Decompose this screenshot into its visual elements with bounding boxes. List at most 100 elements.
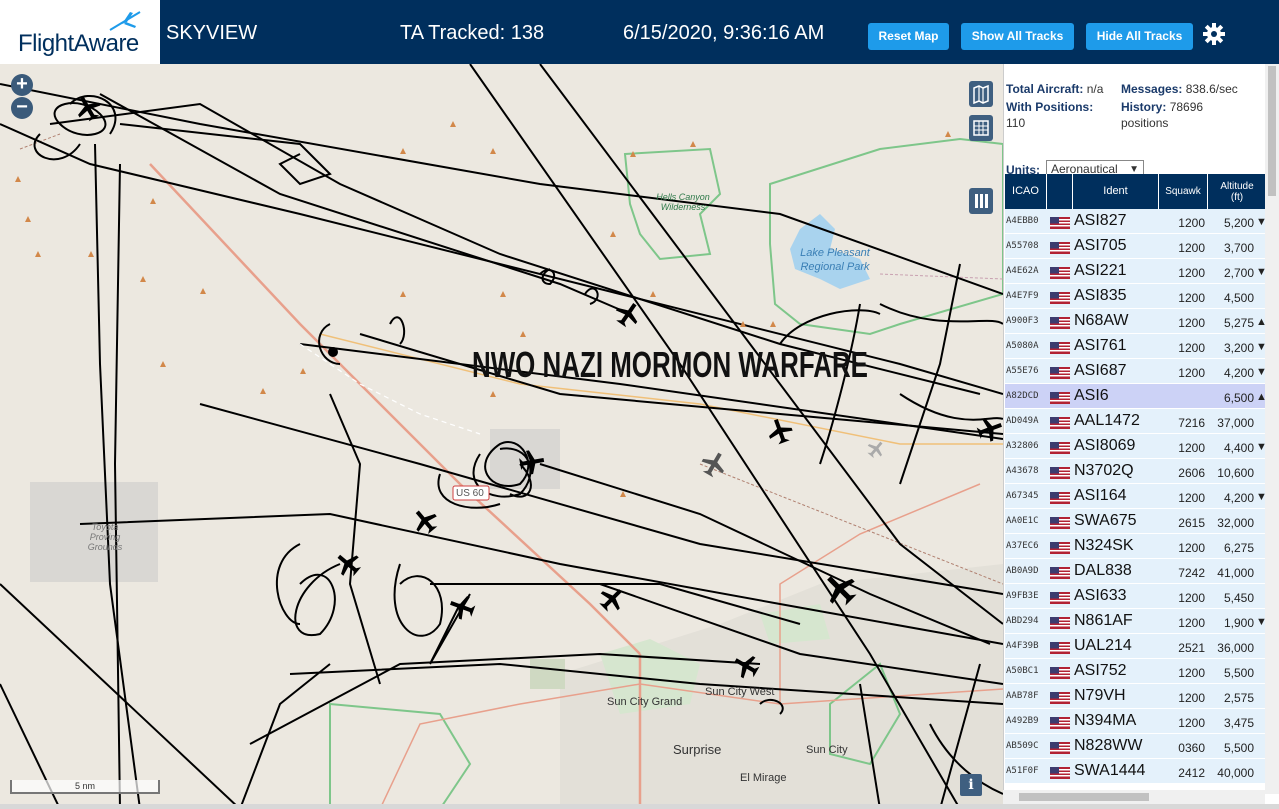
us-flag-icon [1050,541,1070,554]
hells-canyon-label: Hells Canyon Wilderness [656,192,710,212]
col-altitude[interactable]: Altitude (ft) [1208,174,1267,209]
table-row[interactable]: A50BC1 ASI752 1200 5,500 [1005,659,1267,684]
table-row[interactable]: AB509C N828WW 0360 5,500 [1005,734,1267,759]
altitude-cell: 32,000 [1217,516,1254,530]
ident-cell: DAL838 [1074,562,1132,579]
map-canvas[interactable]: Hells Canyon Wilderness Lake Pleasant Re… [0,64,1003,809]
altitude-cell: 4,500 [1223,291,1254,305]
table-row[interactable]: A55708 ASI705 1200 3,700 [1005,234,1267,259]
gray-area [490,429,560,489]
table-row[interactable]: A37EC6 N324SK 1200 6,275 [1005,534,1267,559]
squawk-cell: 1200 [1178,341,1205,355]
scrollbar-thumb[interactable] [1268,66,1276,196]
show-all-tracks-button[interactable]: Show All Tracks [961,23,1074,50]
us-flag-icon [1050,591,1070,604]
icao-cell: A55708 [1006,241,1039,251]
col-squawk[interactable]: Squawk [1159,174,1208,209]
horizontal-scrollbar[interactable] [1003,790,1265,804]
squawk-cell: 1200 [1178,316,1205,330]
ident-cell: N324SK [1074,537,1134,554]
us-flag-icon [1050,491,1070,504]
squawk-cell: 0360 [1178,741,1205,755]
boundary-line [699,463,1003,585]
icao-cell: A50BC1 [1006,666,1039,676]
ident-cell: ASI8069 [1074,437,1136,454]
table-row[interactable]: A43678 N3702Q 2606 10,600 [1005,459,1267,484]
aircraft-panel: Total Aircraft: n/a Messages: 838.6/sec … [1003,64,1279,809]
icao-cell: AA0E1C [1006,516,1039,526]
us-flag-icon [1050,316,1070,329]
squawk-cell: 2615 [1178,516,1205,530]
squawk-cell: 7216 [1178,416,1205,430]
icao-cell: AD049A [1006,416,1039,426]
table-row[interactable]: A4E62A ASI221 1200 2,700 ▼ [1005,259,1267,284]
header-bar: FlightAware SKYVIEW TA Tracked: 138 6/15… [0,0,1279,64]
col-flag[interactable] [1047,174,1073,209]
us-flag-icon [1050,366,1070,379]
us-flag-icon [1050,516,1070,529]
aircraft-table: ICAO Ident Squawk Altitude (ft) A4EBB0 ASI… [1005,174,1267,784]
ident-cell: ASI835 [1074,287,1127,304]
us-flag-icon [1050,466,1070,479]
vertical-scrollbar[interactable] [1265,64,1279,794]
map-type-button[interactable] [969,81,993,107]
info-button[interactable]: i [960,774,982,796]
altitude-cell: 3,475 [1223,716,1254,730]
zoom-out-button[interactable]: − [11,97,33,119]
table-row[interactable]: AA0E1C SWA675 2615 32,000 [1005,509,1267,534]
ident-cell: N394MA [1074,712,1137,729]
table-row[interactable]: A5080A ASI761 1200 3,200 ▼ [1005,334,1267,359]
map-icon [973,84,989,105]
squawk-cell: 1200 [1178,491,1205,505]
ident-cell: ASI752 [1074,662,1127,679]
altitude-unit: (ft) [1230,191,1244,203]
icao-cell: A4EBB0 [1006,216,1039,226]
table-row[interactable]: A4EBB0 ASI827 1200 5,200 ▼ [1005,209,1267,234]
squawk-cell: 1200 [1178,716,1205,730]
squawk-cell: 2521 [1178,641,1205,655]
columns-toggle-button[interactable] [969,188,993,214]
table-row[interactable]: A55E76 ASI687 1200 4,200 ▼ [1005,359,1267,384]
table-row[interactable]: A900F3 N68AW 1200 5,275 ▲ [1005,309,1267,334]
ident-cell: N861AF [1074,612,1133,629]
hide-all-tracks-button[interactable]: Hide All Tracks [1086,23,1193,50]
col-ident[interactable]: Ident [1073,174,1159,209]
table-row[interactable]: A9FB3E ASI633 1200 5,450 [1005,584,1267,609]
col-icao[interactable]: ICAO [1005,174,1047,209]
table-row[interactable]: AD049A AAL1472 7216 37,000 [1005,409,1267,434]
table-row[interactable]: AAB78F N79VH 1200 2,575 [1005,684,1267,709]
table-row[interactable]: ABD294 N861AF 1200 1,900 ▼ [1005,609,1267,634]
logo-plane-icon [109,11,141,31]
table-row[interactable]: A492B9 N394MA 1200 3,475 [1005,709,1267,734]
with-positions-value: 110 [1006,116,1026,130]
scrollbar-thumb[interactable] [1019,793,1149,801]
zoom-in-button[interactable]: + [11,74,33,96]
us-flag-icon [1050,241,1070,254]
squawk-cell: 1200 [1178,266,1205,280]
gear-icon[interactable] [1202,22,1226,46]
table-row[interactable]: A32806 ASI8069 1200 4,400 ▼ [1005,434,1267,459]
icao-cell: AB0A9D [1006,566,1039,576]
table-body: A4EBB0 ASI827 1200 5,200 ▼ A55708 ASI705 1200 3,… [1005,209,1267,784]
altitude-cell: 36,000 [1217,641,1254,655]
flightaware-logo[interactable]: FlightAware [0,0,160,64]
table-row[interactable]: A51F0F SWA1444 2412 40,000 [1005,759,1267,784]
ident-cell: SWA1444 [1074,762,1146,779]
table-row[interactable]: A4E7F9 ASI835 1200 4,500 [1005,284,1267,309]
columns-icon [975,194,988,208]
sun-city-label: Sun City [806,744,848,756]
squawk-cell: 1200 [1178,541,1205,555]
table-row[interactable]: A4F39B UAL214 2521 36,000 [1005,634,1267,659]
toyota-grounds-label: Toyota Proving Grounds [87,522,123,552]
us-flag-icon [1050,216,1070,229]
altitude-cell: 41,000 [1217,566,1254,580]
squawk-cell: 1200 [1178,666,1205,680]
us60-label: US 60 [456,488,484,499]
reset-map-button[interactable]: Reset Map [868,23,949,50]
ident-cell: N828WW [1074,737,1143,754]
table-row[interactable]: A67345 ASI164 1200 4,200 ▼ [1005,484,1267,509]
grid-toggle-button[interactable] [969,115,993,141]
table-row[interactable]: A82DCD ASI6 6,500 ▲ [1005,384,1267,409]
table-row[interactable]: AB0A9D DAL838 7242 41,000 [1005,559,1267,584]
us-flag-icon [1050,391,1070,404]
